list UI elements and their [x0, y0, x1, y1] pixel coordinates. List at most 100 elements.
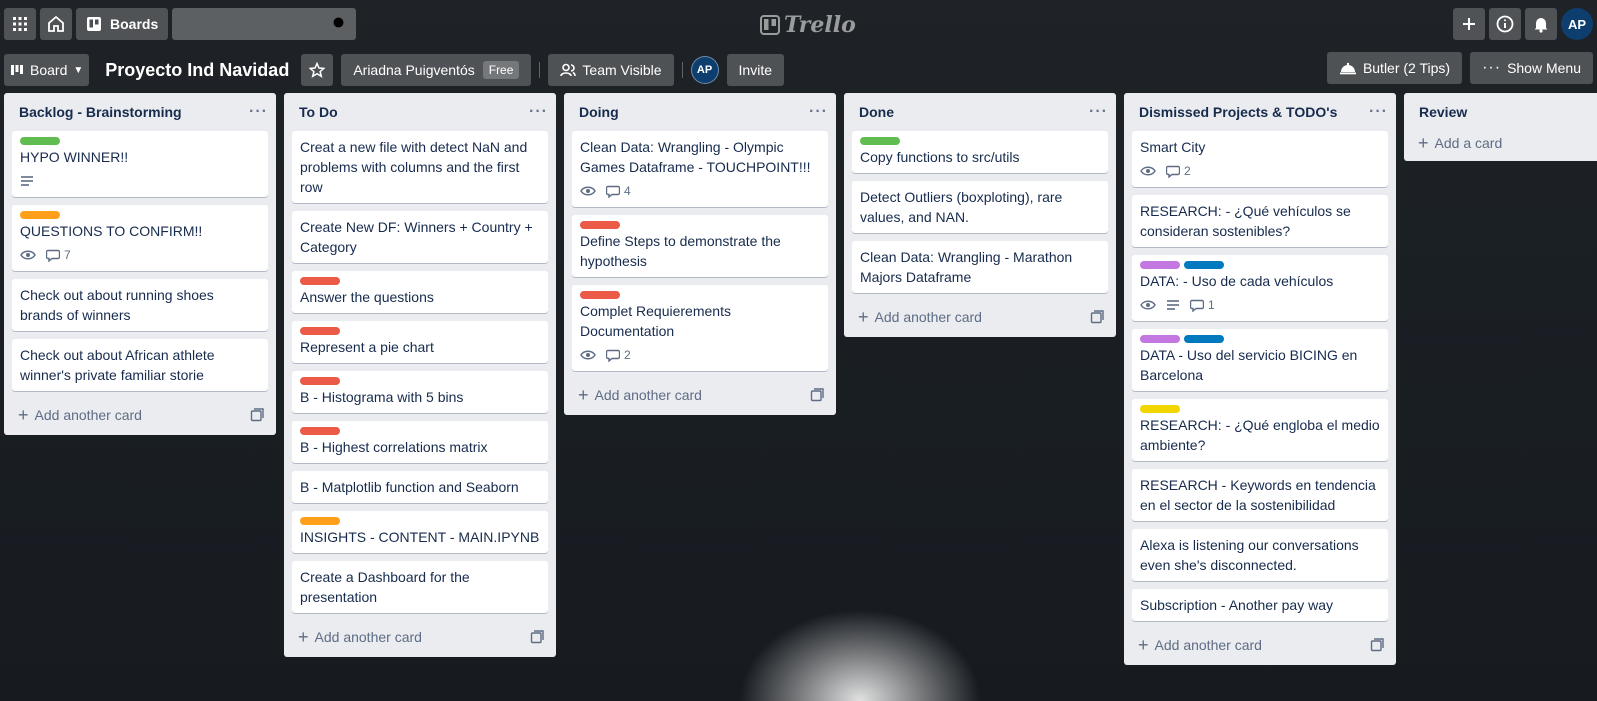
- member-avatar[interactable]: AP: [690, 56, 719, 84]
- list-menu-icon[interactable]: ···: [1369, 104, 1388, 120]
- plus-icon: +: [1138, 634, 1149, 655]
- board-view-icon: [11, 65, 23, 75]
- show-menu-button[interactable]: ··· Show Menu: [1470, 52, 1593, 84]
- add-card-button[interactable]: + Add a card: [1408, 131, 1593, 155]
- comments-badge: 4: [606, 181, 631, 201]
- card[interactable]: QUESTIONS TO CONFIRM!! 7: [12, 205, 268, 271]
- card[interactable]: Define Steps to demonstrate the hypothes…: [572, 215, 828, 277]
- card-title: B - Highest correlations matrix: [300, 439, 488, 455]
- user-avatar[interactable]: AP: [1561, 8, 1593, 40]
- boards-button[interactable]: Boards: [76, 8, 169, 40]
- home-button[interactable]: [40, 8, 72, 40]
- card[interactable]: B - Histograma with 5 bins: [292, 371, 548, 413]
- card[interactable]: Create New DF: Winners + Country + Categ…: [292, 211, 548, 263]
- list-title[interactable]: Review: [1419, 104, 1467, 120]
- card[interactable]: Complet Requierements Documentation 2: [572, 285, 828, 371]
- board-header: Board ▼ Proyecto Ind Navidad Ariadna Pui…: [0, 52, 1597, 88]
- list-menu-icon[interactable]: ···: [249, 104, 268, 120]
- trello-logo[interactable]: Trello: [760, 12, 856, 38]
- add-card-button[interactable]: + Add another card: [848, 301, 1112, 333]
- card-badges: 1: [1140, 295, 1380, 315]
- template-icon[interactable]: [1370, 638, 1384, 652]
- workspace-button[interactable]: Ariadna Puigventós Free: [341, 54, 532, 86]
- card[interactable]: Clean Data: Wrangling - Olympic Games Da…: [572, 131, 828, 207]
- list-menu-icon[interactable]: ···: [809, 104, 828, 120]
- card[interactable]: Smart City 2: [1132, 131, 1388, 187]
- card-title: B - Matplotlib function and Seaborn: [300, 479, 519, 495]
- card[interactable]: INSIGHTS - CONTENT - MAIN.IPYNB: [292, 511, 548, 553]
- card-labels: [20, 211, 260, 219]
- invite-button[interactable]: Invite: [726, 54, 785, 86]
- board-title[interactable]: Proyecto Ind Navidad: [97, 54, 301, 86]
- info-button[interactable]: [1489, 8, 1521, 40]
- list-menu-icon[interactable]: ···: [1089, 104, 1108, 120]
- card-title: Represent a pie chart: [300, 339, 434, 355]
- list-title[interactable]: Dismissed Projects & TODO's: [1139, 104, 1337, 120]
- card[interactable]: Copy functions to src/utils: [852, 131, 1108, 173]
- card[interactable]: RESEARCH - Keywords en tendencia en el s…: [1132, 469, 1388, 521]
- card[interactable]: RESEARCH: - ¿Qué engloba el medio ambien…: [1132, 399, 1388, 461]
- card-title: Copy functions to src/utils: [860, 149, 1020, 165]
- template-icon[interactable]: [250, 408, 264, 422]
- list-title[interactable]: Backlog - Brainstorming: [19, 104, 182, 120]
- template-icon[interactable]: [530, 630, 544, 644]
- plus-icon: [1463, 18, 1475, 30]
- label-red: [300, 327, 340, 335]
- card[interactable]: Check out about running shoes brands of …: [12, 279, 268, 331]
- card[interactable]: Clean Data: Wrangling - Marathon Majors …: [852, 241, 1108, 293]
- card[interactable]: DATA - Uso del servicio BICING en Barcel…: [1132, 329, 1388, 391]
- card[interactable]: Detect Outliers (boxploting), rare value…: [852, 181, 1108, 233]
- board-view-label: Board: [30, 62, 68, 78]
- butler-label: Butler (2 Tips): [1362, 60, 1451, 76]
- search-input[interactable]: [172, 8, 357, 40]
- card[interactable]: Subscription - Another pay way: [1132, 589, 1388, 621]
- list-title[interactable]: To Do: [299, 104, 338, 120]
- card[interactable]: Check out about African athlete winner's…: [12, 339, 268, 391]
- card[interactable]: Alexa is listening our conversations eve…: [1132, 529, 1388, 581]
- card[interactable]: Creat a new file with detect NaN and pro…: [292, 131, 548, 203]
- card[interactable]: RESEARCH: - ¿Qué vehículos se consideran…: [1132, 195, 1388, 247]
- create-button[interactable]: [1453, 8, 1485, 40]
- comments-badge: 7: [46, 245, 71, 265]
- add-card-label: Add a card: [1434, 135, 1503, 151]
- add-card-button[interactable]: + Add another card: [288, 621, 552, 653]
- card[interactable]: HYPO WINNER!!: [12, 131, 268, 197]
- list-title[interactable]: Done: [859, 104, 894, 120]
- watch-icon: [1140, 165, 1156, 177]
- card[interactable]: DATA: - Uso de cada vehículos 1: [1132, 255, 1388, 321]
- card[interactable]: B - Matplotlib function and Seaborn: [292, 471, 548, 503]
- add-card-button[interactable]: + Add another card: [568, 379, 832, 411]
- card-labels: [860, 137, 1100, 145]
- card[interactable]: B - Highest correlations matrix: [292, 421, 548, 463]
- star-button[interactable]: [301, 54, 334, 86]
- chevron-down-icon: ▼: [73, 64, 84, 76]
- comments-badge: 1: [1190, 295, 1215, 315]
- butler-button[interactable]: Butler (2 Tips): [1326, 52, 1463, 84]
- add-card-button[interactable]: + Add another card: [8, 399, 272, 431]
- card[interactable]: Create a Dashboard for the presentation: [292, 561, 548, 613]
- list-header: Done ···: [844, 93, 1116, 131]
- card-title: Complet Requierements Documentation: [580, 303, 731, 339]
- add-card-button[interactable]: + Add another card: [1128, 629, 1392, 661]
- apps-switcher-button[interactable]: [4, 8, 36, 40]
- list-title[interactable]: Doing: [579, 104, 619, 120]
- card[interactable]: Represent a pie chart: [292, 321, 548, 363]
- template-icon[interactable]: [810, 388, 824, 402]
- team-icon: [560, 63, 577, 77]
- watch-icon: [580, 349, 596, 361]
- card-title: Check out about African athlete winner's…: [20, 347, 215, 383]
- label-blue: [1184, 335, 1224, 343]
- card-labels: [580, 291, 820, 299]
- list-header: Doing ···: [564, 93, 836, 131]
- card-title: RESEARCH - Keywords en tendencia en el s…: [1140, 477, 1376, 513]
- visibility-button[interactable]: Team Visible: [548, 54, 674, 86]
- notifications-button[interactable]: [1525, 8, 1557, 40]
- board-view-switcher[interactable]: Board ▼: [4, 54, 90, 86]
- card-title: Subscription - Another pay way: [1140, 597, 1333, 613]
- template-icon[interactable]: [1090, 310, 1104, 324]
- list-menu-icon[interactable]: ···: [529, 104, 548, 120]
- card[interactable]: Answer the questions: [292, 271, 548, 313]
- boards-label: Boards: [110, 16, 159, 32]
- card-labels: [300, 427, 540, 435]
- list-doing: Doing ··· Clean Data: Wrangling - Olympi…: [564, 93, 836, 415]
